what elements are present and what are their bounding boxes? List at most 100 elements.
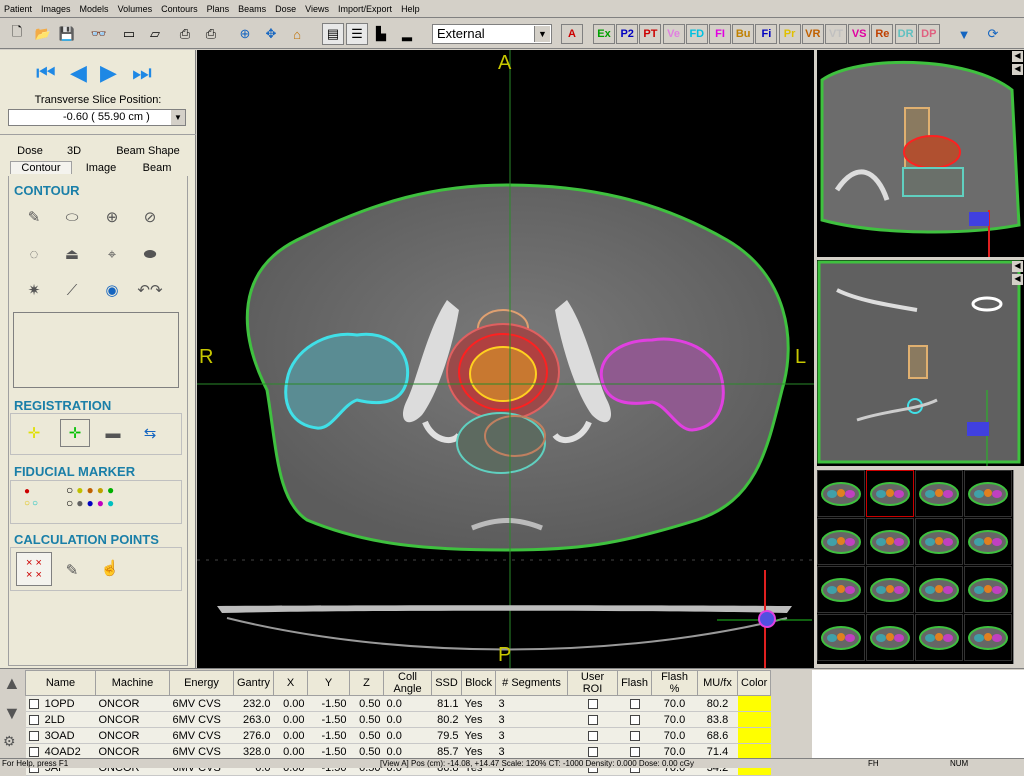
slice-thumbnail[interactable] xyxy=(915,518,963,565)
contour-eye-icon[interactable]: ◉ xyxy=(100,278,124,302)
slice-thumbnail[interactable] xyxy=(866,566,914,613)
tab-image[interactable]: Image xyxy=(78,162,124,174)
row-checkbox[interactable] xyxy=(28,698,39,709)
contour-target-icon[interactable]: ⌖ xyxy=(100,242,124,266)
menu-item-volumes[interactable]: Volumes xyxy=(118,4,153,14)
slice-thumbnail[interactable] xyxy=(817,470,865,517)
table-row[interactable]: 2LD ONCOR 6MV CVS 263.0 0.00 -1.50 0.50 0.0 80.2… xyxy=(25,711,771,728)
menu-item-dose[interactable]: Dose xyxy=(275,4,296,14)
sagittal-iso-marker-icon[interactable] xyxy=(969,212,989,226)
structure-button-bu[interactable]: Bu xyxy=(732,24,755,44)
row-checkbox[interactable] xyxy=(28,746,39,757)
transverse-view[interactable]: A P R L xyxy=(197,50,814,668)
triangle-down-icon[interactable]: ▼ xyxy=(953,23,975,45)
structure-button-pt[interactable]: PT xyxy=(639,24,662,44)
couch-icon[interactable]: ▂ xyxy=(396,23,418,45)
column-header-flash-[interactable]: Flash % xyxy=(651,670,699,696)
print-icon[interactable]: ⎙ xyxy=(174,23,196,45)
chevron-down-icon[interactable]: ▼ xyxy=(171,110,185,125)
tab-contour[interactable]: Contour xyxy=(10,161,72,174)
last-slice-icon[interactable]: ⏭ xyxy=(132,60,152,86)
user-roi-checkbox[interactable] xyxy=(587,730,598,741)
contour-erase-icon[interactable]: ⊘ xyxy=(138,205,162,229)
pan-icon[interactable]: ✥ xyxy=(260,23,282,45)
tab-3d[interactable]: 3D xyxy=(58,145,90,157)
contour-expand-icon[interactable]: ⊕ xyxy=(100,205,124,229)
contour-copy-icon[interactable]: ◌ xyxy=(22,242,46,266)
structure-button-fi[interactable]: Fi xyxy=(755,24,778,44)
sagittal-ct-image[interactable] xyxy=(817,50,1024,257)
prev-slice-icon[interactable]: ◀ xyxy=(70,60,87,86)
structure-button-ex[interactable]: Ex xyxy=(593,24,615,44)
scroll-down-icon[interactable]: ▼ xyxy=(3,703,21,724)
column-header-block[interactable]: Block xyxy=(461,670,497,696)
row-checkbox[interactable] xyxy=(28,730,39,741)
menu-item-plans[interactable]: Plans xyxy=(207,4,230,14)
column-header-energy[interactable]: Energy xyxy=(169,670,234,696)
column-header-coll-angle[interactable]: Coll Angle xyxy=(383,670,433,696)
register-crosshair-icon[interactable]: ✛ xyxy=(22,421,46,445)
register-point-icon[interactable]: ✛ xyxy=(60,419,90,447)
column-header-y[interactable]: Y xyxy=(307,670,351,696)
structure-button-re[interactable]: Re xyxy=(871,24,894,44)
save-icon[interactable]: 💾 xyxy=(56,23,78,45)
structure-button-vt[interactable]: VT xyxy=(825,24,847,44)
binoculars-icon[interactable]: 👓 xyxy=(88,23,110,45)
collapse-icon[interactable]: ◀ xyxy=(1012,274,1023,285)
slice-thumbnail[interactable] xyxy=(964,518,1012,565)
menu-item-import-export[interactable]: Import/Export xyxy=(338,4,392,14)
column-header-machine[interactable]: Machine xyxy=(95,670,170,696)
isocenter-marker-icon[interactable] xyxy=(758,610,776,628)
fiducial-palette[interactable]: ○●●●● ○●●●● xyxy=(66,484,117,510)
contour-brush-icon[interactable]: ⟋ xyxy=(60,278,84,302)
structure-button-vs[interactable]: VS xyxy=(848,24,871,44)
refresh-icon[interactable]: ⟳ xyxy=(982,23,1004,45)
sagittal-view[interactable]: ◀ ◀ xyxy=(817,50,1024,257)
user-roi-checkbox[interactable] xyxy=(587,714,598,725)
user-roi-checkbox[interactable] xyxy=(587,746,598,757)
structure-button-fd[interactable]: FD xyxy=(685,24,708,44)
undo-redo-icon[interactable]: ↶↷ xyxy=(130,278,170,302)
new-file-icon[interactable]: 🗋 xyxy=(6,23,28,45)
structure-select[interactable]: External ▼ xyxy=(432,24,552,44)
flash-checkbox[interactable] xyxy=(629,698,640,709)
tab-dose[interactable]: Dose xyxy=(10,145,50,157)
menu-item-models[interactable]: Models xyxy=(80,4,109,14)
structure-button-a[interactable]: A xyxy=(561,24,583,44)
flash-checkbox[interactable] xyxy=(629,746,640,757)
slice-thumbnail[interactable] xyxy=(915,566,963,613)
transverse-ct-image[interactable] xyxy=(197,50,814,668)
beam-color-swatch[interactable] xyxy=(737,711,771,728)
user-roi-checkbox[interactable] xyxy=(587,698,598,709)
slice-position-select[interactable]: -0.60 ( 55.90 cm ) ▼ xyxy=(8,109,186,126)
structure-button-dr[interactable]: DR xyxy=(894,24,917,44)
slice-view-icon[interactable]: ☰ xyxy=(346,23,368,45)
menu-item-contours[interactable]: Contours xyxy=(161,4,198,14)
menu-item-beams[interactable]: Beams xyxy=(238,4,266,14)
column-header--segments[interactable]: # Segments xyxy=(495,670,569,696)
beam-color-swatch[interactable] xyxy=(737,695,771,712)
slice-thumbnail[interactable] xyxy=(817,614,865,661)
coronal-iso-marker-icon[interactable] xyxy=(967,422,989,436)
machine-icon[interactable]: ▙ xyxy=(370,23,392,45)
tab-beam-shape[interactable]: Beam Shape xyxy=(112,145,184,157)
table-row[interactable]: 1OPD ONCOR 6MV CVS 232.0 0.00 -1.50 0.50 0.0 81.… xyxy=(25,695,771,712)
contour-pen-icon[interactable]: ✎ xyxy=(22,205,46,229)
structure-button-dp[interactable]: DP xyxy=(917,24,940,44)
column-header-mu-fx[interactable]: MU/fx xyxy=(697,670,739,696)
collapse-icon[interactable]: ◀ xyxy=(1012,261,1023,272)
slice-thumbnail[interactable] xyxy=(915,614,963,661)
structure-button-ve[interactable]: Ve xyxy=(662,24,685,44)
structure-button-pr[interactable]: Pr xyxy=(778,24,801,44)
slice-thumbnail[interactable] xyxy=(817,566,865,613)
thumbnail-scrollbar[interactable] xyxy=(1013,470,1024,664)
scroll-up-icon[interactable]: ▲ xyxy=(3,673,21,694)
column-header-ssd[interactable]: SSD xyxy=(431,670,463,696)
calc-point-hand-icon[interactable]: ☝ xyxy=(98,556,122,580)
calc-point-pencil-icon[interactable]: ✎ xyxy=(60,558,84,582)
beam-settings-icon[interactable]: ⚙ xyxy=(3,733,16,750)
column-header-x[interactable]: X xyxy=(273,670,309,696)
slice-thumbnail[interactable] xyxy=(915,470,963,517)
beam-color-swatch[interactable] xyxy=(737,727,771,744)
flash-checkbox[interactable] xyxy=(629,730,640,741)
